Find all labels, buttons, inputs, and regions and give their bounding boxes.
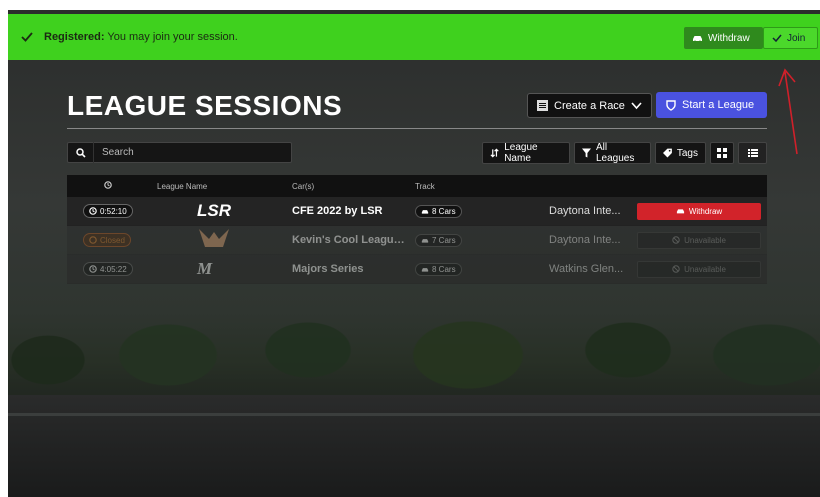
tag-icon (663, 148, 672, 158)
session-status: Closed (83, 233, 131, 247)
clock-icon (89, 207, 97, 215)
track-name: Watkins Glen... (549, 263, 624, 275)
table-row[interactable]: 4:05:22 M Majors Series 8 Cars Watkins G… (67, 255, 767, 284)
chevron-down-icon (631, 101, 642, 109)
check-icon (772, 34, 782, 43)
track-name: Daytona Inte... (549, 205, 621, 217)
tags-label: Tags (676, 147, 698, 159)
list-icon (537, 100, 548, 111)
join-label: Join (787, 32, 806, 44)
start-league-button[interactable]: Start a League (656, 92, 767, 118)
league-logo: M (197, 259, 213, 278)
block-icon (672, 265, 680, 273)
table-header: League Name Car(s) Track (67, 175, 767, 197)
league-logo: LSR (197, 201, 231, 220)
table-row[interactable]: Closed Kevin's Cool League ... 7 Cars Da… (67, 226, 767, 255)
search-icon[interactable] (68, 142, 94, 163)
grid-view-button[interactable] (710, 142, 734, 164)
banner-withdraw-label: Withdraw (708, 32, 750, 44)
title-divider (67, 128, 767, 129)
filter-label: All Leagues (596, 142, 635, 164)
check-icon (21, 32, 33, 42)
car-icon (676, 209, 684, 214)
create-race-label: Create a Race (554, 99, 625, 112)
league-logo (197, 227, 231, 254)
search-input[interactable] (94, 147, 284, 158)
car-icon (421, 267, 429, 272)
league-name: CFE 2022 by LSR (292, 205, 383, 217)
track-name: Daytona Inte... (549, 234, 621, 246)
cars-badge: 7 Cars (415, 233, 462, 247)
background-trees (8, 300, 820, 410)
list-view-button[interactable] (738, 142, 767, 164)
registration-banner: Registered: You may join your session. W… (8, 14, 820, 60)
clock-icon (104, 181, 112, 191)
join-button[interactable]: Join (763, 27, 818, 49)
background-track (8, 395, 820, 497)
tags-button[interactable]: Tags (655, 142, 706, 164)
cars-badge: 8 Cars (415, 204, 462, 218)
page-title: LEAGUE SESSIONS (67, 90, 343, 121)
column-league-name[interactable]: League Name (157, 182, 207, 191)
car-icon (693, 36, 702, 43)
column-cars[interactable]: Car(s) (292, 182, 314, 191)
session-timer: 4:05:22 (83, 262, 133, 276)
unavailable-button[interactable]: Unavailable (637, 260, 761, 278)
filter-icon (582, 148, 591, 158)
create-race-button[interactable]: Create a Race (527, 93, 652, 118)
banner-message: Registered: You may join your session. (44, 31, 238, 43)
car-icon (421, 209, 429, 214)
sort-label: League Name (504, 142, 538, 164)
session-timer: 0:52:10 (83, 204, 133, 218)
banner-withdraw-button[interactable]: Withdraw (684, 27, 763, 49)
row-withdraw-button[interactable]: Withdraw (637, 202, 761, 220)
grid-icon (717, 148, 727, 158)
annotation-arrow-icon (778, 68, 798, 155)
list-icon (747, 149, 758, 157)
sort-icon (490, 148, 499, 158)
shield-icon (666, 99, 676, 111)
league-name: Kevin's Cool League ... (292, 234, 407, 246)
unavailable-button[interactable]: Unavailable (637, 231, 761, 249)
block-icon (672, 236, 680, 244)
sort-button[interactable]: League Name (482, 142, 570, 164)
league-name: Majors Series (292, 263, 364, 275)
start-league-label: Start a League (682, 99, 755, 111)
car-icon (421, 238, 429, 243)
clock-icon (89, 265, 97, 273)
sessions-table: League Name Car(s) Track 0:52:10 LSR CFE… (67, 175, 767, 284)
clock-icon (89, 236, 97, 244)
column-track[interactable]: Track (415, 182, 435, 191)
filter-button[interactable]: All Leagues (574, 142, 651, 164)
cars-badge: 8 Cars (415, 262, 462, 276)
table-row[interactable]: 0:52:10 LSR CFE 2022 by LSR 8 Cars Dayto… (67, 197, 767, 226)
search-box (67, 142, 292, 163)
